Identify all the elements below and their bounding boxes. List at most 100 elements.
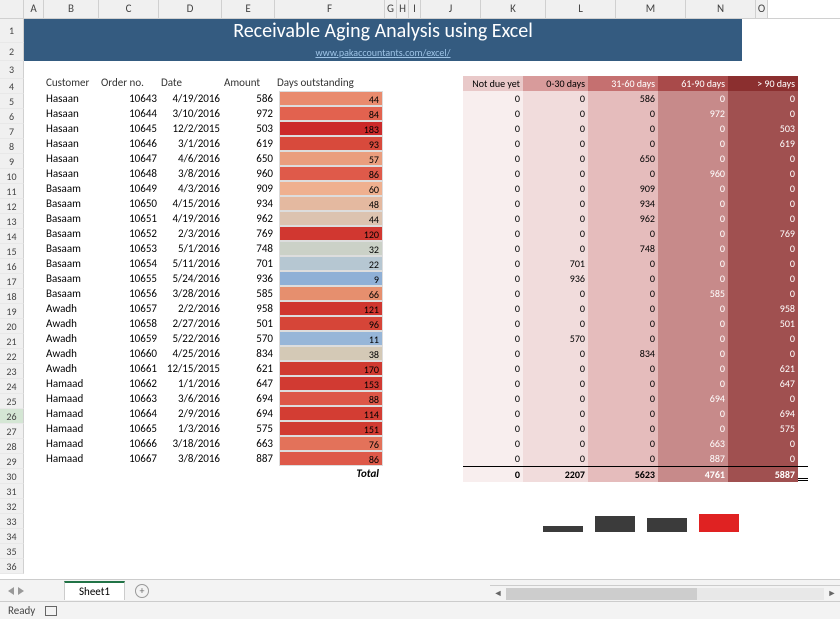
- bucket-cell[interactable]: 0: [728, 166, 798, 181]
- bucket-cell[interactable]: 694: [728, 406, 798, 421]
- col-header-C[interactable]: C: [99, 0, 159, 18]
- cell-amount[interactable]: 936: [222, 271, 275, 286]
- cell-order[interactable]: 10644: [99, 106, 159, 121]
- cell-days[interactable]: 93: [275, 136, 385, 151]
- row-header-19[interactable]: 19: [0, 304, 24, 319]
- cell-amount[interactable]: 748: [222, 241, 275, 256]
- row-header-5[interactable]: 5: [0, 94, 24, 109]
- bucket-cell[interactable]: 0: [523, 421, 588, 436]
- bucket-cell[interactable]: 0: [463, 421, 523, 436]
- bucket-cell[interactable]: 0: [463, 316, 523, 331]
- row-header-36[interactable]: 36: [0, 559, 24, 574]
- scroll-right-icon[interactable]: ►: [824, 586, 840, 602]
- bucket-row[interactable]: 0074800: [463, 241, 808, 256]
- bucket-cell[interactable]: 0: [658, 241, 728, 256]
- bucket-cell[interactable]: 0: [658, 331, 728, 346]
- col-header-K[interactable]: K: [481, 0, 546, 18]
- row-header-20[interactable]: 20: [0, 319, 24, 334]
- cell-days[interactable]: 32: [275, 241, 385, 256]
- cell-date[interactable]: 1/1/2016: [159, 376, 222, 391]
- cell-amount[interactable]: 769: [222, 226, 275, 241]
- scroll-left-icon[interactable]: ◄: [490, 586, 506, 602]
- bucket-cell[interactable]: 0: [523, 211, 588, 226]
- bucket-cell[interactable]: 0: [463, 406, 523, 421]
- bucket-cell[interactable]: 0: [728, 331, 798, 346]
- bucket-cell[interactable]: 0: [463, 286, 523, 301]
- cell-days[interactable]: 114: [275, 406, 385, 421]
- bucket-cell[interactable]: 0: [588, 376, 658, 391]
- col-header-J[interactable]: J: [421, 0, 481, 18]
- cell-order[interactable]: 10651: [99, 211, 159, 226]
- bucket-cell[interactable]: 0: [463, 136, 523, 151]
- cell-order[interactable]: 10653: [99, 241, 159, 256]
- cell-date[interactable]: 4/19/2016: [159, 91, 222, 106]
- bucket-cell[interactable]: 0: [463, 211, 523, 226]
- bucket-cell[interactable]: 0: [588, 451, 658, 466]
- col-header-B[interactable]: B: [44, 0, 99, 18]
- bucket-row[interactable]: 0000619: [463, 136, 808, 151]
- cell-order[interactable]: 10656: [99, 286, 159, 301]
- bucket-row[interactable]: 0083400: [463, 346, 808, 361]
- bucket-cell[interactable]: 0: [463, 106, 523, 121]
- bucket-cell[interactable]: 0: [588, 361, 658, 376]
- row-header-27[interactable]: 27: [0, 424, 24, 439]
- bucket-cell[interactable]: 0: [588, 226, 658, 241]
- row-header-17[interactable]: 17: [0, 274, 24, 289]
- cell-customer[interactable]: Hamaad: [44, 451, 99, 466]
- bucket-cell[interactable]: 0: [523, 346, 588, 361]
- cell-date[interactable]: 4/15/2016: [159, 196, 222, 211]
- bucket-cell[interactable]: 0: [463, 241, 523, 256]
- cell-date[interactable]: 3/28/2016: [159, 286, 222, 301]
- row-header-18[interactable]: 18: [0, 289, 24, 304]
- bucket-cell[interactable]: 0: [588, 286, 658, 301]
- cell-date[interactable]: 2/27/2016: [159, 316, 222, 331]
- bucket-cell[interactable]: 0: [658, 256, 728, 271]
- data-row[interactable]: Awadh1066112/15/2015621170: [44, 361, 451, 376]
- row-header-23[interactable]: 23: [0, 364, 24, 379]
- cell-date[interactable]: 12/15/2015: [159, 361, 222, 376]
- bucket-cell[interactable]: 694: [658, 391, 728, 406]
- cell-days[interactable]: 183: [275, 121, 385, 136]
- data-row[interactable]: Basaam106522/3/2016769120: [44, 226, 451, 241]
- cell-date[interactable]: 4/6/2016: [159, 151, 222, 166]
- bucket-cell[interactable]: 0: [463, 181, 523, 196]
- cell-customer[interactable]: Awadh: [44, 361, 99, 376]
- cell-amount[interactable]: 694: [222, 406, 275, 421]
- cell-amount[interactable]: 834: [222, 346, 275, 361]
- data-row[interactable]: Hamaad106673/8/201688786: [44, 451, 451, 466]
- macro-record-icon[interactable]: [45, 606, 57, 616]
- bucket-cell[interactable]: 0: [463, 451, 523, 466]
- bucket-row[interactable]: 0005850: [463, 286, 808, 301]
- bucket-row[interactable]: 0000621: [463, 361, 808, 376]
- cell-date[interactable]: 2/3/2016: [159, 226, 222, 241]
- cell-customer[interactable]: Awadh: [44, 301, 99, 316]
- cell-amount[interactable]: 501: [222, 316, 275, 331]
- row-header-13[interactable]: 13: [0, 214, 24, 229]
- row-header-16[interactable]: 16: [0, 259, 24, 274]
- cell-customer[interactable]: Hasaan: [44, 136, 99, 151]
- bucket-cell[interactable]: 0: [523, 406, 588, 421]
- data-row[interactable]: Hasaan106443/10/201697284: [44, 106, 451, 121]
- row-header-25[interactable]: 25: [0, 394, 24, 409]
- cell-days[interactable]: 44: [275, 211, 385, 226]
- cell-date[interactable]: 5/1/2016: [159, 241, 222, 256]
- cell-customer[interactable]: Hamaad: [44, 421, 99, 436]
- bucket-cell[interactable]: 0: [523, 151, 588, 166]
- cell-days[interactable]: 84: [275, 106, 385, 121]
- sheet-tab[interactable]: Sheet1: [64, 581, 125, 600]
- bucket-row[interactable]: 0000501: [463, 316, 808, 331]
- bucket-cell[interactable]: 0: [588, 436, 658, 451]
- data-row[interactable]: Awadh106595/22/201657011: [44, 331, 451, 346]
- cell-amount[interactable]: 701: [222, 256, 275, 271]
- cell-order[interactable]: 10661: [99, 361, 159, 376]
- cell-customer[interactable]: Awadh: [44, 331, 99, 346]
- cell-date[interactable]: 3/10/2016: [159, 106, 222, 121]
- col-header-I[interactable]: I: [409, 0, 421, 18]
- cell-days[interactable]: 57: [275, 151, 385, 166]
- bucket-cell[interactable]: 0: [523, 376, 588, 391]
- bucket-cell[interactable]: 962: [588, 211, 658, 226]
- cell-amount[interactable]: 960: [222, 166, 275, 181]
- bucket-cell[interactable]: 0: [658, 211, 728, 226]
- horizontal-scrollbar[interactable]: ◄ ►: [490, 585, 840, 601]
- bucket-cell[interactable]: 0: [463, 376, 523, 391]
